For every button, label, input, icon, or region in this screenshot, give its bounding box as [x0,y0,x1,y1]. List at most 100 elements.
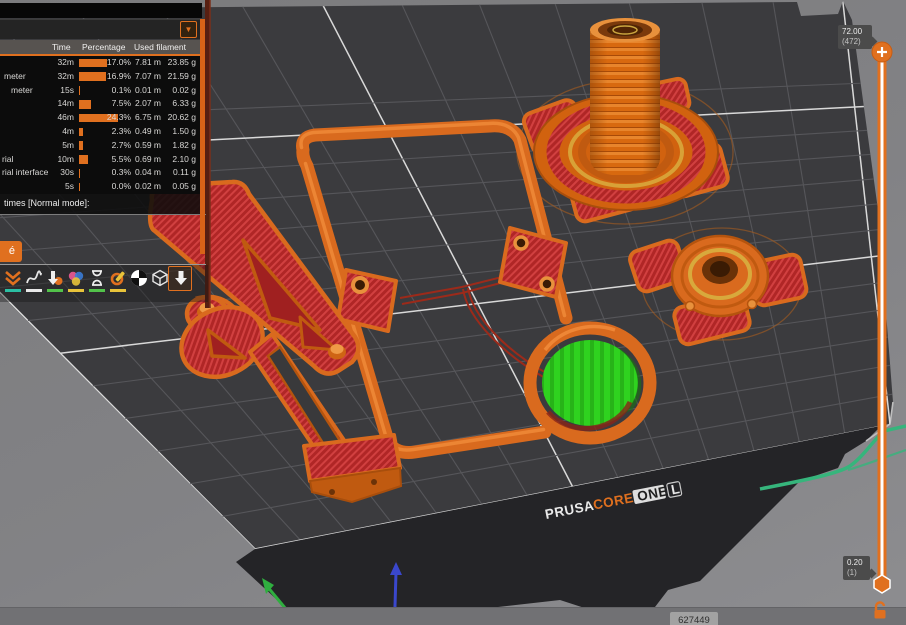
horizontal-move-slider-bar[interactable] [0,607,906,625]
column-header-used-filament: Used filament [134,42,186,52]
feature-weight: 1.50 g [172,125,196,136]
percentage-bar [79,182,81,192]
slider-top-tooltip: 72.00 (472) [838,25,872,49]
feature-percent: 2.3% [111,125,131,136]
feature-length: 0.49 m [135,125,161,136]
icon-underline [26,289,42,292]
table-row: meter 32m 16.9% 7.07 m 21.59 g [0,70,202,84]
legend-table: 32m 17.0% 7.81 m 23.85 g meter 32m 16.9% 7.07 m… [0,56,202,194]
feature-length: 0.69 m [135,153,161,164]
column-header-percentage: Percentage [82,42,126,52]
feature-time: 10m [57,153,74,164]
feature-time: 4m [62,125,74,136]
legend-side-button[interactable]: é [0,241,22,262]
icon-underline [47,289,63,292]
legend-table-header: Time Percentage Used filament [0,40,202,54]
feature-weight: 1.82 g [172,139,196,150]
feature-weight: 0.05 g [172,181,196,192]
table-row: 32m 17.0% 7.81 m 23.85 g [0,56,202,70]
feature-percent: 0.0% [111,181,131,192]
top-layer-number: (472) [842,37,861,46]
feature-length: 7.07 m [135,70,161,81]
feature-weight: 0.11 g [172,167,196,178]
feature-time: 30s [60,167,74,178]
travel-icon[interactable] [4,269,22,287]
feature-label: meter [11,84,33,95]
feature-time: 14m [57,98,74,109]
feature-length: 7.81 m [135,57,161,67]
legend-panel: ▼ Time Percentage Used filament 32m 17.0%… [0,0,208,302]
color-changes-icon[interactable] [67,269,85,287]
feature-label: rial interface [2,167,49,178]
model-cylinder [590,18,660,175]
shells-icon[interactable] [151,269,169,287]
percentage-bar [79,141,84,150]
slider-bottom-tooltip: 0.20 (1) [843,556,870,580]
icon-underline [110,289,126,292]
lock-open-icon[interactable] [870,600,890,620]
feature-time: 5m [62,139,74,150]
center-of-mass-icon[interactable] [130,269,148,287]
percentage-bar [79,168,81,178]
feature-time: 5s [65,181,74,192]
estimated-times-note: times [Normal mode]: [0,194,202,214]
tool-marker-icon[interactable] [172,269,190,287]
feature-weight: 20.62 g [167,112,196,123]
legend-toolbar [0,265,208,302]
feature-time: 32m [57,70,74,81]
chevron-down-icon[interactable]: ▼ [180,21,197,38]
retractions-icon[interactable] [46,269,64,287]
table-row: 14m 7.5% 2.07 m 6.33 g [0,97,202,111]
feature-percent: 16.9% [106,70,131,81]
table-row: meter 15s 0.1% 0.01 m 0.02 g [0,84,202,98]
feature-length: 0.01 m [135,84,161,95]
feature-length: 0.59 m [135,139,161,150]
percentage-bar [79,155,88,164]
table-row: 5s 0.0% 0.02 m 0.05 g [0,180,202,194]
percentage-bar [79,86,81,95]
panel-right-border [200,19,205,254]
slider-bottom-handle[interactable] [873,574,891,594]
feature-weight: 23.85 g [167,57,196,67]
feature-percent: 0.1% [111,84,131,95]
top-layer-height: 72.00 [842,27,863,36]
feature-time: 46m [57,112,74,123]
feature-time: 32m [57,57,74,67]
feature-length: 2.07 m [135,98,161,109]
feature-time: 15s [60,84,74,95]
table-row: rial 10m 5.5% 0.69 m 2.10 g [0,153,202,167]
frame-lug [498,226,568,299]
frame-ring-support [523,321,657,445]
feature-percent: 2.7% [111,139,131,150]
bottom-layer-number: (1) [847,568,857,577]
table-row: rial interface 30s 0.3% 0.04 m 0.11 g [0,166,202,180]
table-row: 5m 2.7% 0.59 m 1.82 g [0,139,202,153]
feature-weight: 21.59 g [167,70,196,81]
gcode-viewer: PRUSA CORE ONE L 627449 ▼ Time Percentag… [0,0,906,625]
separator [0,214,206,215]
feature-weight: 6.33 g [172,98,196,109]
wipe-icon[interactable] [25,269,43,287]
feature-label: rial [2,153,14,164]
feature-weight: 2.10 g [172,153,196,164]
feature-weight: 0.02 g [172,84,196,95]
column-header-time: Time [52,42,71,52]
icon-underline [5,289,21,292]
table-row: 4m 2.3% 0.49 m 1.50 g [0,125,202,139]
feature-percent: 7.5% [111,98,131,109]
percentage-bar [79,99,92,109]
feature-label: meter [4,70,26,81]
feature-percent: 24.3% [106,112,131,123]
custom-gcode-icon[interactable] [109,269,127,287]
bottom-layer-height: 0.20 [847,558,863,567]
icon-underline [68,289,84,292]
pause-prints-icon[interactable] [88,269,106,287]
feature-percent: 17.0% [106,57,131,67]
icon-underline [89,289,105,292]
move-index-chip: 627449 [670,612,718,625]
feature-length: 6.75 m [135,112,161,123]
feature-length: 0.02 m [135,181,161,192]
view-type-dropdown[interactable]: ▼ [0,19,202,39]
table-row: 46m 24.3% 6.75 m 20.62 g [0,111,202,125]
feature-length: 0.04 m [135,167,161,178]
